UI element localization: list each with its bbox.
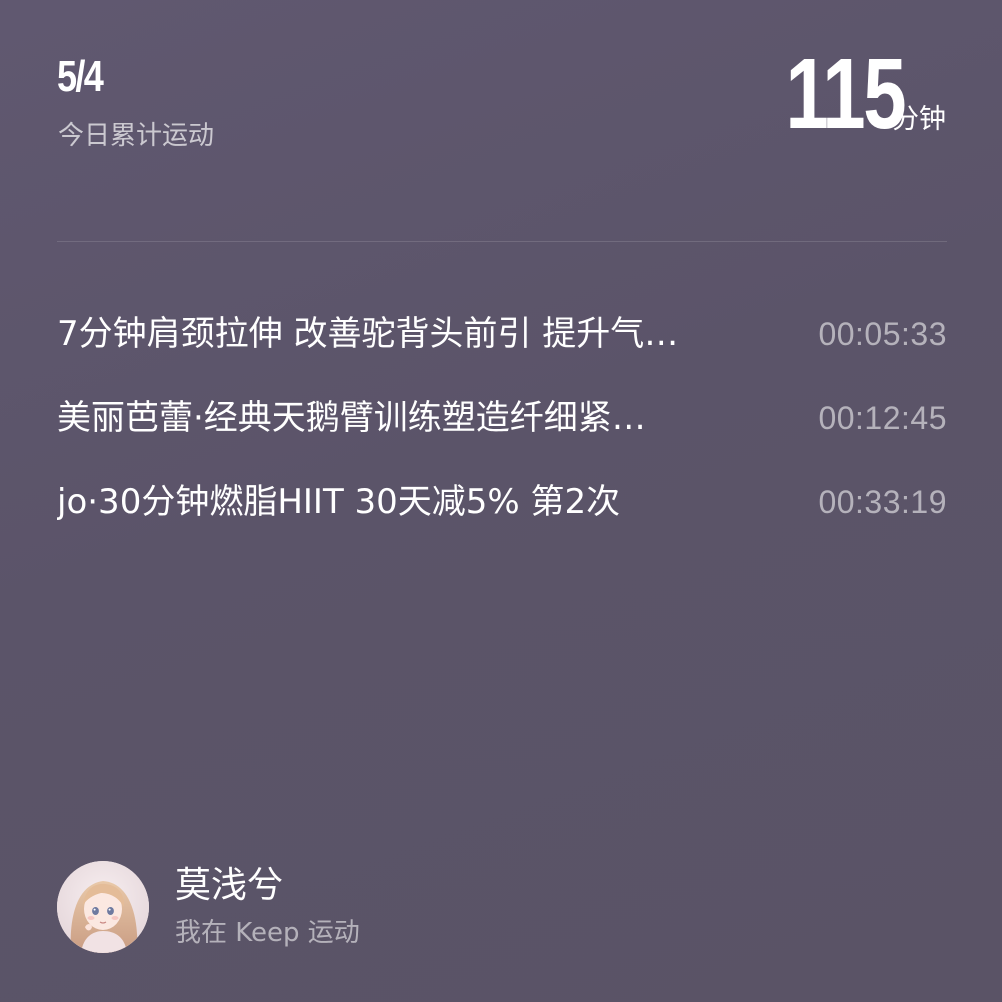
workout-title: jo·30分钟燃脂HIIT 30天减5% 第2次: [57, 482, 621, 522]
workout-summary-card: 5/4 今日累计运动 115 分钟 7分钟肩颈拉伸 改善驼背头前引 提升气… 0…: [0, 0, 1002, 1002]
workout-duration: 00:05:33: [818, 316, 947, 352]
workout-duration: 00:33:19: [818, 484, 947, 520]
workout-row[interactable]: 7分钟肩颈拉伸 改善驼背头前引 提升气… 00:05:33: [57, 292, 947, 376]
user-name: 莫浅兮: [175, 865, 284, 906]
avatar-illustration: [57, 861, 149, 953]
workout-title: 7分钟肩颈拉伸 改善驼背头前引 提升气…: [57, 314, 679, 354]
profile-subtitle: 我在 Keep 运动: [175, 918, 360, 948]
user-profile[interactable]: 莫浅兮 我在 Keep 运动: [57, 861, 360, 953]
workout-list: 7分钟肩颈拉伸 改善驼背头前引 提升气… 00:05:33 美丽芭蕾·经典天鹅臂…: [57, 292, 947, 544]
workout-row[interactable]: jo·30分钟燃脂HIIT 30天减5% 第2次 00:33:19: [57, 460, 947, 544]
daily-total-label: 今日累计运动: [58, 121, 215, 151]
profile-text: 莫浅兮 我在 Keep 运动: [175, 864, 360, 950]
avatar-icon[interactable]: [57, 861, 149, 953]
total-minutes-value: 115: [785, 38, 906, 150]
total-duration: 115 分钟: [752, 38, 946, 150]
date-label: 5/4: [57, 52, 104, 101]
workout-title: 美丽芭蕾·经典天鹅臂训练塑造纤细紧…: [57, 398, 646, 438]
workout-row[interactable]: 美丽芭蕾·经典天鹅臂训练塑造纤细紧… 00:12:45: [57, 376, 947, 460]
divider: [57, 241, 947, 242]
workout-duration: 00:12:45: [818, 400, 947, 436]
